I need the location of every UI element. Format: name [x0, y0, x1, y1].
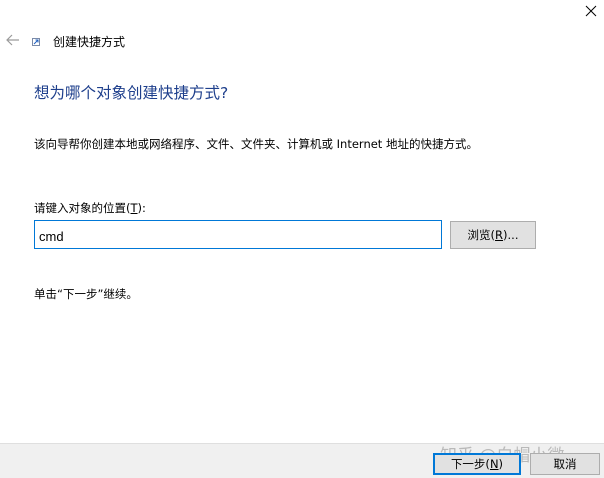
cancel-label: 取消 [553, 457, 577, 471]
wizard-description: 该向导帮你创建本地或网络程序、文件、文件夹、计算机或 Internet 地址的快… [34, 137, 478, 151]
close-button[interactable] [578, 0, 604, 22]
browse-label: 浏览( [467, 228, 496, 242]
location-label-text: 请键入对象的位置( [34, 201, 131, 215]
continue-hint: 单击“下一步”继续。 [34, 287, 138, 301]
next-accesskey: N [489, 457, 499, 471]
back-arrow-icon [6, 34, 19, 46]
next-label-end: ) [498, 457, 504, 471]
location-label-accesskey: T [130, 201, 138, 215]
location-label: 请键入对象的位置(T): [34, 200, 146, 216]
shortcut-icon [32, 38, 40, 46]
back-button[interactable] [4, 32, 22, 48]
close-icon [585, 5, 597, 17]
window-title: 创建快捷方式 [53, 35, 126, 49]
next-label: 下一步( [450, 457, 490, 471]
create-shortcut-dialog: 创建快捷方式 想为哪个对象创建快捷方式? 该向导帮你创建本地或网络程序、文件、文… [0, 0, 604, 478]
browse-accesskey: R [495, 228, 504, 242]
location-input[interactable] [34, 220, 442, 249]
browse-label-end: )... [503, 228, 519, 242]
browse-button[interactable]: 浏览(R)... [450, 221, 536, 249]
location-label-end: ): [137, 201, 146, 215]
page-heading: 想为哪个对象创建快捷方式? [34, 84, 229, 102]
cancel-button[interactable]: 取消 [530, 453, 600, 475]
next-button[interactable]: 下一步(N) [433, 453, 521, 475]
